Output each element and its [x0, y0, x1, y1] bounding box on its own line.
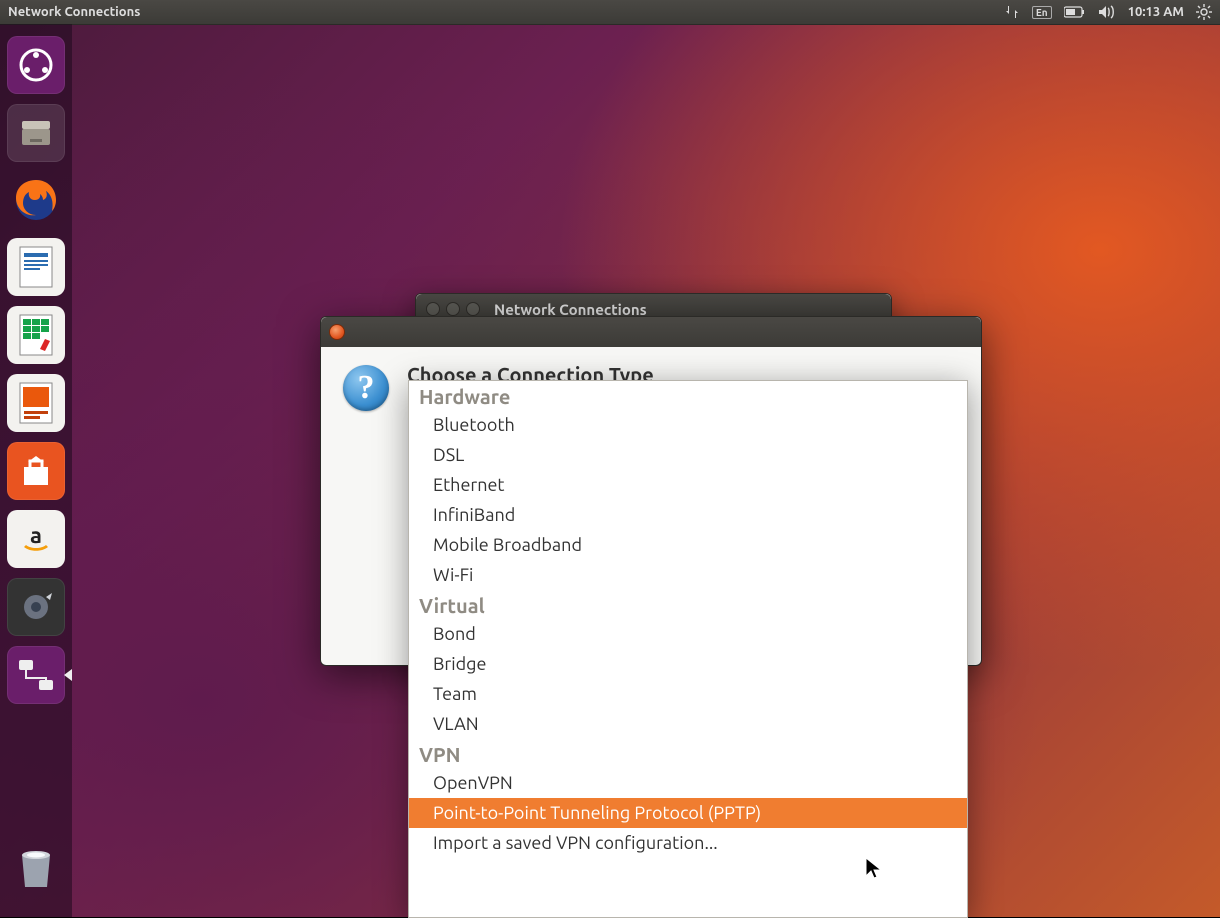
dropdown-group-header: VPN — [409, 739, 967, 768]
launcher-writer-icon[interactable] — [7, 238, 65, 296]
launcher-firefox-icon[interactable] — [8, 172, 64, 228]
network-indicator-icon[interactable] — [1004, 4, 1020, 20]
maximize-window-icon[interactable] — [466, 302, 480, 316]
dropdown-option[interactable]: Team — [409, 679, 967, 709]
dropdown-option[interactable]: Point-to-Point Tunneling Protocol (PPTP) — [409, 798, 967, 828]
dropdown-option[interactable]: Ethernet — [409, 470, 967, 500]
dropdown-option[interactable]: OpenVPN — [409, 768, 967, 798]
launcher-dash-icon[interactable] — [7, 36, 65, 94]
dropdown-group-header: Hardware — [409, 381, 967, 410]
battery-indicator-icon[interactable] — [1064, 6, 1086, 18]
launcher-impress-icon[interactable] — [7, 374, 65, 432]
dropdown-option[interactable]: Wi-Fi — [409, 560, 967, 590]
launcher-amazon-icon[interactable]: a — [7, 510, 65, 568]
dropdown-option[interactable]: DSL — [409, 440, 967, 470]
minimize-window-icon[interactable] — [446, 302, 460, 316]
dropdown-option[interactable]: InfiniBand — [409, 500, 967, 530]
keyboard-layout-indicator[interactable]: En — [1032, 6, 1052, 19]
launcher-network-icon[interactable] — [7, 646, 65, 704]
volume-indicator-icon[interactable] — [1098, 5, 1116, 19]
window-title: Network Connections — [494, 301, 647, 318]
launcher-settings-icon[interactable] — [7, 578, 65, 636]
mouse-cursor-icon — [865, 857, 883, 885]
active-window-title: Network Connections — [8, 5, 140, 19]
connection-type-dropdown[interactable]: HardwareBluetoothDSLEthernetInfiniBandMo… — [408, 380, 968, 918]
unity-launcher: a — [0, 24, 72, 917]
top-menu-bar: Network Connections En 10:13 AM — [0, 0, 1220, 25]
close-window-icon[interactable] — [426, 302, 440, 316]
dropdown-option[interactable]: Bond — [409, 619, 967, 649]
dropdown-option[interactable]: VLAN — [409, 709, 967, 739]
svg-text:a: a — [30, 523, 42, 548]
system-menu-icon[interactable] — [1196, 4, 1212, 20]
launcher-trash-icon[interactable] — [8, 839, 64, 895]
dropdown-group-header: Virtual — [409, 590, 967, 619]
close-dialog-icon[interactable] — [329, 324, 345, 340]
dropdown-option[interactable]: Mobile Broadband — [409, 530, 967, 560]
dropdown-option[interactable]: Bluetooth — [409, 410, 967, 440]
clock[interactable]: 10:13 AM — [1128, 5, 1184, 19]
launcher-calc-icon[interactable] — [7, 306, 65, 364]
launcher-files-icon[interactable] — [7, 104, 65, 162]
dialog-titlebar[interactable] — [321, 317, 981, 347]
question-icon: ? — [343, 365, 389, 411]
dropdown-option[interactable]: Import a saved VPN configuration... — [409, 828, 967, 858]
dropdown-option[interactable]: Bridge — [409, 649, 967, 679]
launcher-software-icon[interactable] — [7, 442, 65, 500]
